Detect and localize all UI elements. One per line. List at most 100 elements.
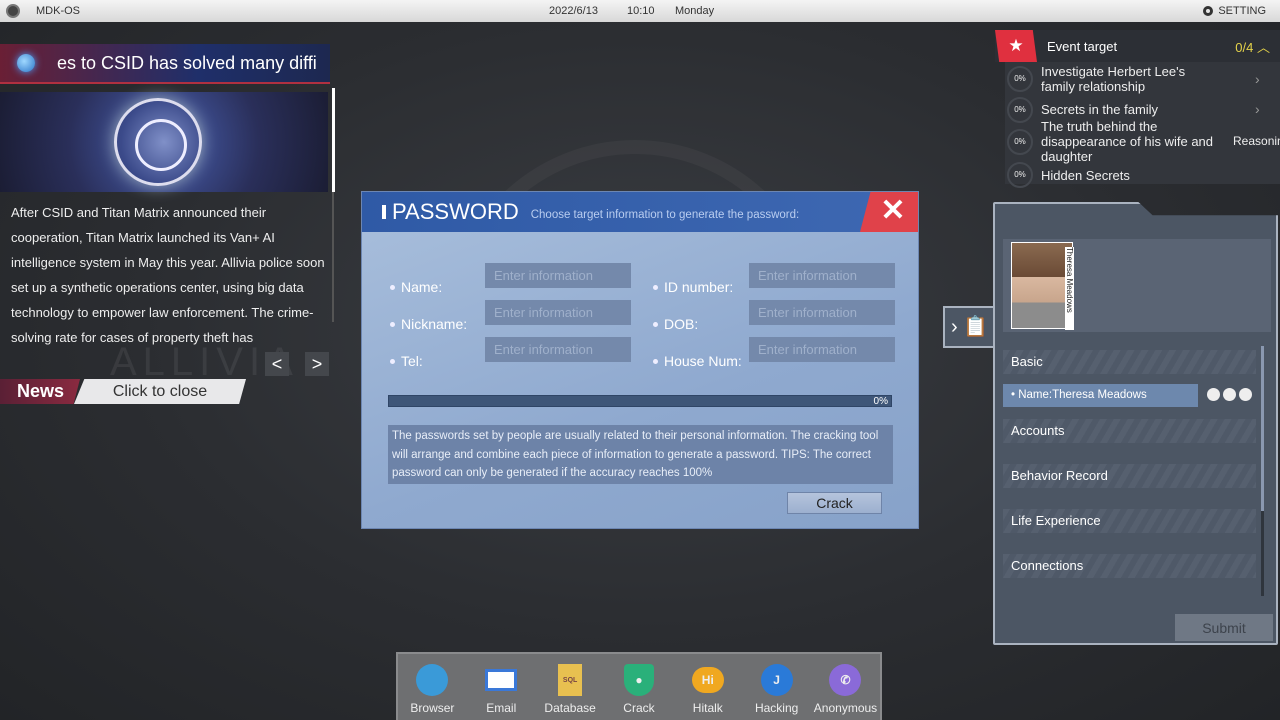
chevron-up-icon[interactable]: ︿ (1257, 40, 1270, 55)
field-label: Tel: (401, 353, 423, 369)
field-tel: Tel: (390, 353, 423, 369)
news-body: After CSID and Titan Matrix announced th… (11, 205, 325, 345)
seal-icon (114, 98, 202, 186)
app-email[interactable]: Email (467, 664, 535, 720)
ticker-text: es to CSID has solved many diffi (57, 52, 317, 73)
field-label: House Num: (664, 353, 742, 369)
app-label: Email (486, 701, 517, 715)
section-accounts[interactable]: Accounts (1003, 419, 1256, 443)
app-database[interactable]: SQL Database (536, 664, 604, 720)
dob-input[interactable] (749, 299, 895, 325)
event-target-count: 0/4 ︿ (1235, 37, 1270, 56)
title-bar-mark (382, 205, 386, 219)
dialog-subtitle: Choose target information to generate th… (530, 209, 800, 221)
portrait-image: Theresa Meadows (1011, 242, 1074, 330)
setting-label: SETTING (1218, 5, 1266, 17)
os-name: MDK-OS (36, 5, 80, 17)
news-scrollbar-thumb[interactable] (332, 88, 335, 192)
app-label: Browser (410, 701, 455, 715)
date: 2022/6/13 (549, 5, 598, 17)
progress-ring: 0% (1007, 128, 1033, 155)
dialog-title: PASSWORD (392, 199, 519, 224)
app-label: Hitalk (692, 701, 723, 715)
time: 10:10 (627, 5, 655, 17)
hook-icon: J (760, 664, 793, 696)
event-item[interactable]: 0% The truth behind the disappearance of … (1005, 118, 1280, 165)
envelope-icon (485, 669, 518, 691)
app-label: Database (544, 701, 596, 715)
bullet-icon (653, 321, 658, 327)
phone-icon: ✆ (829, 664, 862, 696)
dossier-panel: Theresa Meadows Basic • Name:Theresa Mea… (993, 202, 1278, 645)
event-text: Secrets in the family (1041, 102, 1159, 117)
submit-button[interactable]: Submit (1175, 614, 1273, 641)
name-input[interactable] (485, 262, 631, 288)
news-label: News (0, 379, 80, 404)
app-anonymous[interactable]: ✆ Anonymous (811, 664, 879, 720)
tel-input[interactable] (485, 336, 631, 362)
bullet-icon (390, 321, 395, 327)
event-text: The truth behind the disappearance of hi… (1041, 119, 1214, 164)
section-basic[interactable]: Basic (1003, 350, 1256, 374)
field-nickname: Nickname: (390, 316, 467, 332)
news-next-button[interactable]: > (305, 352, 329, 376)
news-image (0, 92, 328, 192)
event-target-title: Event target (1047, 38, 1118, 54)
bullet-icon (653, 284, 658, 290)
entry-actions (1207, 388, 1252, 401)
sql-file-icon: SQL (558, 664, 583, 696)
field-id-number: ID number: (653, 279, 733, 295)
nickname-input[interactable] (485, 299, 631, 325)
event-text: Investigate Herbert Lee's family relatio… (1041, 64, 1186, 94)
setting-button[interactable]: SETTING (1203, 5, 1266, 17)
close-button[interactable]: ✕ (860, 192, 918, 232)
name-entry[interactable]: • Name:Theresa Meadows (1003, 384, 1198, 407)
dossier-toggle-tab[interactable]: › 📋 (943, 306, 993, 348)
profile-header: Theresa Meadows (1003, 239, 1271, 332)
field-label: DOB: (664, 316, 699, 332)
globe-icon (416, 664, 449, 696)
document-icon[interactable] (1239, 388, 1252, 401)
event-target-header[interactable]: ★ Event target 0/4 ︿ (995, 30, 1280, 62)
news-scrollbar-track[interactable] (332, 192, 334, 322)
top-bar: MDK-OS 2022/6/13 10:10 Monday SETTING (0, 0, 1280, 22)
event-target-panel: ★ Event target 0/4 ︿ 0% Investigate Herbe… (995, 30, 1280, 188)
id-number-input[interactable] (749, 262, 895, 288)
chevron-right-icon: › (951, 316, 958, 338)
app-crack[interactable]: ● Crack (605, 664, 673, 720)
bullet-icon (390, 358, 395, 364)
app-browser[interactable]: Browser (398, 664, 466, 720)
scrollbar-thumb[interactable] (1261, 346, 1264, 511)
news-ticker: es to CSID has solved many diffi (0, 44, 330, 84)
count: 0/4 (1235, 39, 1254, 55)
reasoning-tag: Reasoning (1233, 134, 1280, 148)
info-icon[interactable] (1207, 388, 1220, 401)
house-num-input[interactable] (749, 336, 895, 362)
event-item[interactable]: 0% Investigate Herbert Lee's family relat… (1005, 64, 1260, 94)
section-life-experience[interactable]: Life Experience (1003, 509, 1256, 533)
app-label: Crack (623, 701, 655, 715)
chevron-right-icon: › (1255, 70, 1260, 87)
app-label: Anonymous (813, 701, 878, 715)
bullet-icon (653, 358, 658, 364)
crack-button[interactable]: Crack (787, 492, 882, 514)
accuracy-progress-bar: 0% (388, 395, 892, 407)
field-label: ID number: (664, 279, 734, 295)
section-behavior-record[interactable]: Behavior Record (1003, 464, 1256, 488)
chevron-right-icon: › (1255, 101, 1260, 117)
app-hacking[interactable]: J Hacking (743, 664, 811, 720)
field-dob: DOB: (653, 316, 698, 332)
field-house-num: House Num: (653, 353, 742, 369)
weekday: Monday (675, 5, 715, 17)
event-item[interactable]: 0% Secrets in the family › (1005, 96, 1260, 123)
news-prev-button[interactable]: < (265, 352, 289, 376)
progress-ring: 0% (1007, 162, 1033, 188)
news-bar: News Click to close (0, 379, 246, 404)
section-connections[interactable]: Connections (1003, 554, 1256, 578)
event-item[interactable]: 0% Hidden Secrets (1005, 162, 1130, 188)
dossier-scrollbar[interactable] (1261, 346, 1264, 596)
app-hitalk[interactable]: Hi Hitalk (674, 664, 742, 720)
click-to-close-button[interactable]: Click to close (74, 379, 246, 404)
event-target-list: 0% Investigate Herbert Lee's family relat… (1005, 62, 1280, 188)
info-icon[interactable] (1223, 388, 1236, 401)
